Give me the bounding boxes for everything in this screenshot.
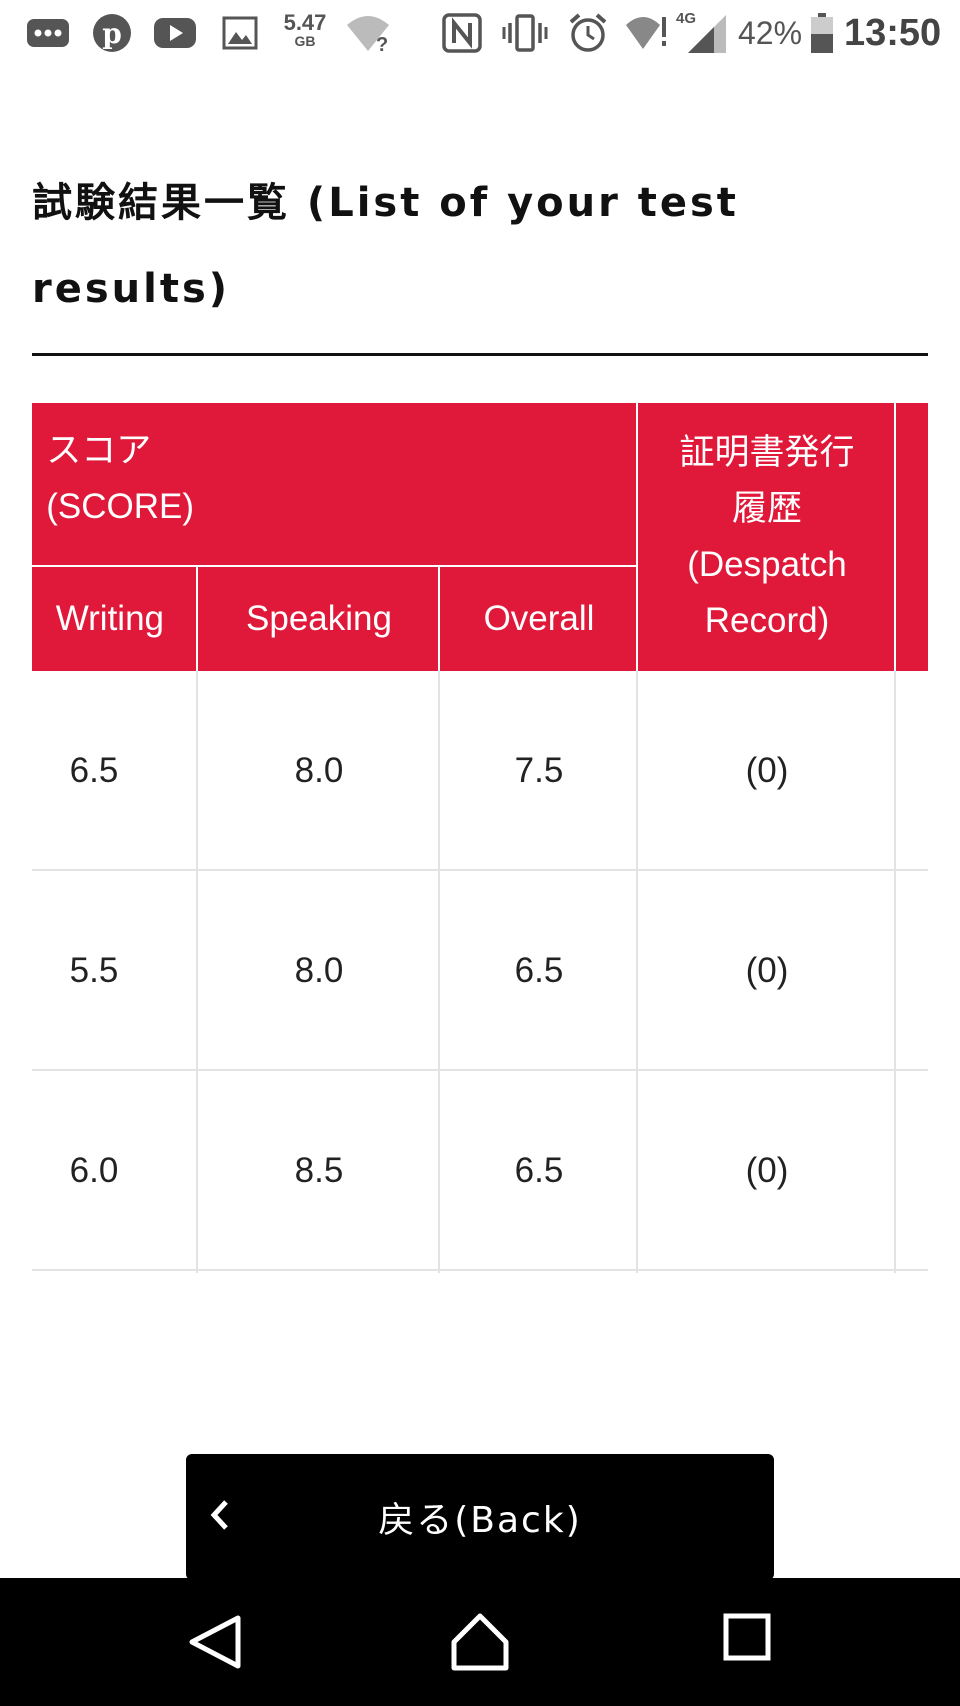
title-divider xyxy=(32,353,928,356)
storage-indicator: 5.47 GB xyxy=(283,10,327,49)
cell-speaking: 8.0 xyxy=(294,951,344,990)
score-header-jp: スコア xyxy=(46,431,152,470)
pinterest-icon: p xyxy=(90,10,134,56)
system-navigation-bar xyxy=(0,1578,960,1706)
gallery-icon xyxy=(220,10,260,56)
despatch-record-header: 証明書発行 履歴 (Despatch Record) xyxy=(638,403,896,671)
cell-overall: 6.5 xyxy=(514,951,564,990)
column-header-writing: Writing xyxy=(32,567,198,671)
despatch-header-jp-1: 証明書発行 xyxy=(679,433,855,472)
grid-line xyxy=(894,671,896,1273)
vibrate-icon xyxy=(500,10,550,56)
score-group-header: スコア (SCORE) xyxy=(32,403,668,567)
next-column-header xyxy=(896,403,928,671)
clock-time: 13:50 xyxy=(844,11,942,54)
cell-speaking: 8.0 xyxy=(294,751,344,790)
grid-line xyxy=(32,869,928,871)
chevron-left-icon xyxy=(210,1500,228,1530)
wifi-question-icon: ? xyxy=(344,10,392,56)
alarm-icon xyxy=(566,10,610,56)
despatch-header-jp-2: 履歴 xyxy=(731,489,802,528)
header-divider xyxy=(894,403,896,671)
header-divider xyxy=(32,565,636,567)
grid-line xyxy=(32,1069,928,1071)
nav-home-icon[interactable] xyxy=(450,1612,510,1676)
despatch-header-en-2: Record) xyxy=(704,601,830,640)
grid-line xyxy=(636,671,638,1273)
page-title-line-2: results) xyxy=(32,266,231,312)
cell-overall: 6.5 xyxy=(514,1151,564,1190)
column-header-speaking: Speaking xyxy=(198,567,440,671)
grid-line xyxy=(196,671,198,1273)
network-type-label: 4G xyxy=(676,9,697,27)
cell-writing: 5.5 xyxy=(69,951,119,990)
cell-despatch[interactable]: (0) xyxy=(638,871,896,1071)
page-title-line-1: 試験結果一覧 (List of your test xyxy=(32,180,739,226)
nav-back-icon[interactable] xyxy=(186,1612,244,1676)
results-table[interactable]: スコア (SCORE) 証明書発行 履歴 (Despatch Record) W… xyxy=(32,403,928,1273)
back-button[interactable]: 戻る(Back) xyxy=(186,1454,774,1580)
svg-text:p: p xyxy=(102,17,122,50)
status-bar: p 5.47 GB ? 4G 42% 13:50 xyxy=(0,0,960,66)
despatch-header-en-1: (Despatch xyxy=(687,545,847,584)
wifi-alert-icon xyxy=(624,10,670,56)
grid-line xyxy=(438,671,440,1273)
battery-percent: 42% xyxy=(738,14,803,51)
cell-writing: 6.5 xyxy=(69,751,119,790)
header-divider xyxy=(196,567,198,671)
cell-despatch[interactable]: (0) xyxy=(638,671,896,871)
header-divider xyxy=(438,567,440,671)
back-button-label: 戻る(Back) xyxy=(378,1500,582,1541)
cell-writing: 6.0 xyxy=(69,1151,119,1190)
column-header-overall: Overall xyxy=(440,567,638,671)
svg-text:?: ? xyxy=(376,34,388,53)
header-divider xyxy=(636,403,638,671)
nfc-icon xyxy=(440,10,484,56)
nav-recents-icon[interactable] xyxy=(722,1612,772,1666)
messages-icon xyxy=(24,10,72,56)
grid-line xyxy=(32,1269,928,1271)
cell-despatch[interactable]: (0) xyxy=(638,1071,896,1271)
page-title: 試験結果一覧 (List of your test results) xyxy=(32,160,932,332)
youtube-icon xyxy=(152,10,198,56)
battery-icon xyxy=(808,10,836,56)
cell-speaking: 8.5 xyxy=(294,1151,344,1190)
score-header-en: (SCORE) xyxy=(46,487,194,526)
cell-overall: 7.5 xyxy=(514,751,564,790)
